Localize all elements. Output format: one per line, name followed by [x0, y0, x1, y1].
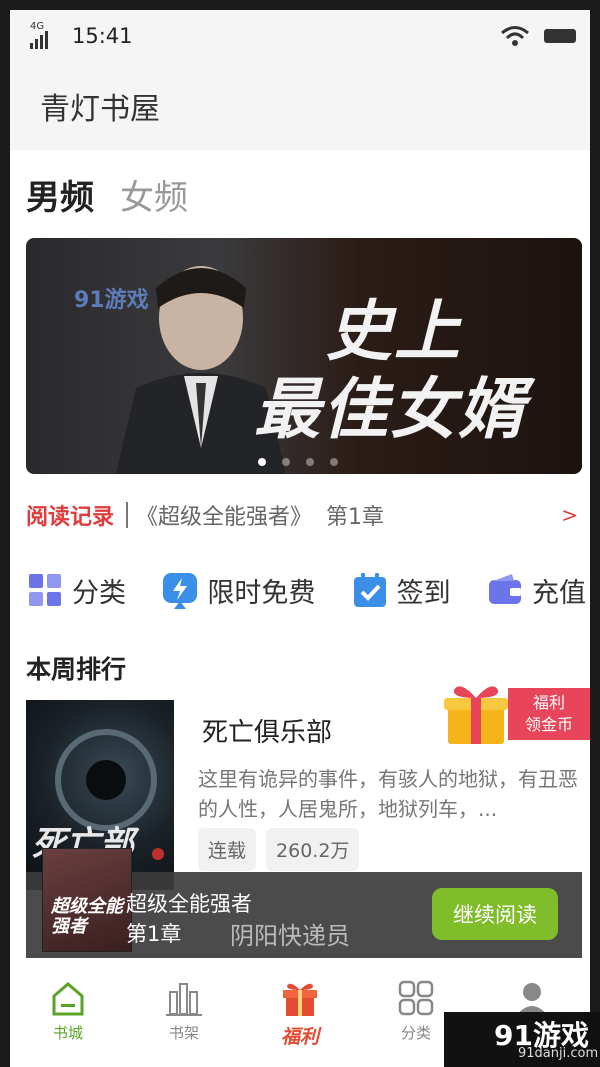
quick-signin-label: 签到: [396, 577, 451, 609]
reading-record[interactable]: 阅读记录 《超级全能强者》 第1章 >: [26, 498, 582, 532]
tab-bookstore-label: 书城: [52, 1024, 83, 1042]
gift-icon: [283, 983, 317, 1016]
promo-banner[interactable]: 91游戏 史上 最佳女婿: [26, 238, 582, 474]
quick-recharge-label: 充值: [531, 577, 586, 609]
book-status-tag: 连载: [198, 828, 257, 871]
continue-cover-title: 超级全能强者: [51, 896, 123, 937]
battery-icon: [544, 29, 576, 43]
gift-coin-badge[interactable]: 福利 领金币: [442, 676, 590, 750]
banner-dot[interactable]: [282, 458, 290, 466]
banner-watermark: 91游戏: [74, 288, 149, 313]
tab-bookshelf[interactable]: 书架: [126, 968, 242, 1067]
signal-icon: 4G: [24, 21, 58, 51]
quick-category[interactable]: 分类: [26, 571, 126, 610]
book-tags: 连载 260.2万: [198, 828, 360, 871]
continue-book-cover[interactable]: 超级全能强者: [42, 848, 132, 952]
home-icon: [52, 982, 84, 1016]
quick-free[interactable]: 限时免费: [161, 571, 315, 610]
banner-pagination: [258, 458, 338, 466]
gift-line2: 领金币: [524, 715, 573, 734]
grid-icon: [29, 574, 61, 606]
quick-signin[interactable]: 签到: [351, 571, 451, 610]
tab-bookshelf-label: 书架: [168, 1024, 199, 1042]
site-watermark: 91游戏 91danji.com: [444, 1012, 600, 1067]
quick-actions: 分类 限时免费 签到 充值: [26, 562, 586, 618]
reading-record-book: 《超级全能强者》: [136, 505, 313, 530]
reading-record-label: 阅读记录: [26, 505, 115, 530]
divider: [126, 502, 129, 528]
tab-welfare[interactable]: 福利: [242, 968, 358, 1067]
tab-female[interactable]: 女频: [120, 170, 188, 219]
gift-line1: 福利: [532, 693, 565, 712]
continue-reading-button[interactable]: 继续阅读: [432, 888, 558, 940]
weekly-ranking-title: 本周排行: [26, 655, 127, 684]
continue-book-title: 超级全能强者: [126, 892, 252, 916]
banner-dot[interactable]: [258, 458, 266, 466]
chevron-right-icon[interactable]: >: [561, 503, 582, 527]
quick-free-label: 限时免费: [207, 577, 316, 609]
tab-category-label: 分类: [400, 1024, 431, 1042]
gift-box-icon: [444, 686, 508, 744]
watermark-url: 91danji.com: [518, 1046, 599, 1061]
genre-tabs: 男频 女频: [10, 150, 590, 238]
quick-category-label: 分类: [72, 577, 126, 609]
app-bar: 青灯书屋: [10, 62, 590, 150]
tab-welfare-label: 福利: [280, 1026, 319, 1048]
category-icon: [398, 980, 434, 1016]
banner-dot[interactable]: [330, 458, 338, 466]
banner-dot[interactable]: [306, 458, 314, 466]
clock: 15:41: [72, 24, 133, 48]
lightning-icon: [163, 573, 198, 609]
book-description: 这里有诡异的事件，有骇人的地狱，有丑恶的人性，人居鬼所，地狱列车，...: [198, 767, 578, 821]
tab-bookstore[interactable]: 书城: [10, 968, 126, 1067]
book-title[interactable]: 死亡俱乐部: [202, 712, 332, 749]
bookshelf-icon: [166, 983, 202, 1016]
tab-male[interactable]: 男频: [26, 170, 94, 219]
wifi-icon: [501, 26, 529, 46]
wallet-icon: [488, 574, 521, 604]
phone-screen: 4G 15:41 青灯书屋 男频 女频 91游戏 史上 最佳女婿 阅读记录 《超…: [10, 10, 590, 1067]
banner-title-line2: 最佳女婿: [254, 370, 526, 448]
quick-recharge[interactable]: 充值: [486, 571, 586, 610]
underlying-book-title: 阴阳快递员: [230, 922, 350, 950]
calendar-check-icon: [353, 573, 386, 607]
app-title: 青灯书屋: [40, 92, 160, 127]
continue-chapter: 第1章: [126, 922, 182, 946]
continue-reading-bar[interactable]: 超级全能强者 超级全能强者 第1章 阴阳快递员 继续阅读: [26, 848, 582, 958]
gift-ribbon: 福利 领金币: [508, 688, 590, 740]
status-bar: 4G 15:41: [10, 10, 590, 62]
reading-record-chapter: 第1章: [326, 505, 385, 530]
book-wordcount-tag: 260.2万: [266, 828, 360, 871]
